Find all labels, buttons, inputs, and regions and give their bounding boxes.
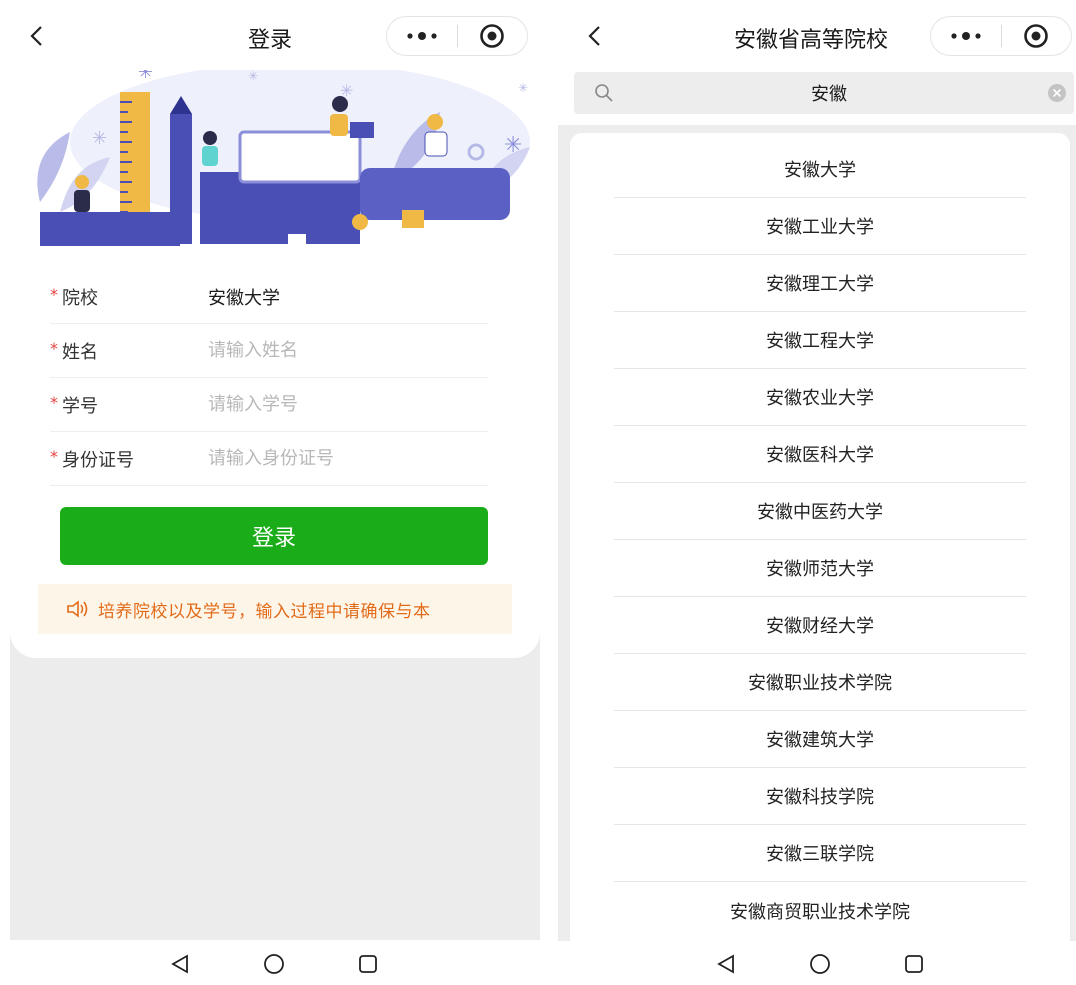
list-item[interactable]: 安徽工业大学 bbox=[614, 198, 1026, 255]
school-list: 安徽大学 安徽工业大学 安徽理工大学 安徽工程大学 安徽农业大学 安徽医科大学 … bbox=[570, 133, 1070, 953]
svg-text:✳: ✳ bbox=[518, 81, 528, 95]
list-item[interactable]: 安徽师范大学 bbox=[614, 540, 1026, 597]
list-item[interactable]: 安徽三联学院 bbox=[614, 825, 1026, 882]
back-triangle-icon[interactable] bbox=[168, 953, 192, 975]
login-button[interactable]: 登录 bbox=[60, 507, 488, 565]
list-item[interactable]: 安徽建筑大学 bbox=[614, 711, 1026, 768]
id-card-input[interactable] bbox=[208, 448, 478, 469]
system-nav-bar bbox=[558, 941, 1076, 985]
required-mark: * bbox=[50, 285, 58, 304]
name-label: 姓名 bbox=[62, 341, 98, 363]
svg-text:✳: ✳ bbox=[248, 69, 258, 83]
recents-square-icon[interactable] bbox=[356, 953, 380, 975]
id-card-label: 身份证号 bbox=[62, 449, 134, 471]
required-mark: * bbox=[50, 447, 58, 466]
speaker-icon bbox=[66, 599, 90, 619]
page-title: 安徽省高等院校 bbox=[734, 28, 889, 53]
svg-text:✳: ✳ bbox=[92, 128, 107, 149]
login-form: * 院校 安徽大学 * 姓名 * 学号 * 身份证号 登录 培养院校以及学号，输… bbox=[10, 252, 540, 658]
chevron-left-icon[interactable] bbox=[580, 22, 608, 50]
school-value[interactable]: 安徽大学 bbox=[208, 284, 280, 310]
chevron-left-icon[interactable] bbox=[22, 22, 50, 50]
list-item[interactable]: 安徽理工大学 bbox=[614, 255, 1026, 312]
login-screen: ✳ ✳ ✳ ✳ ✳ ✳ 登录 * 院校 安徽大学 * 姓名 请输入姓名 * 学号… bbox=[0, 0, 548, 985]
list-item[interactable]: 安徽职业技术学院 bbox=[614, 654, 1026, 711]
study-illustration-icon: ✳ ✳ ✳ ✳ ✳ ✳ bbox=[37, 62, 530, 246]
search-input[interactable] bbox=[634, 72, 1024, 114]
list-item[interactable]: 安徽中医药大学 bbox=[614, 483, 1026, 540]
required-mark: * bbox=[50, 393, 58, 412]
target-circle-icon[interactable] bbox=[458, 17, 528, 55]
system-nav-bar bbox=[0, 941, 548, 985]
capsule-menu bbox=[930, 16, 1072, 56]
list-item[interactable]: 安徽农业大学 bbox=[614, 369, 1026, 426]
student-id-row: * 学号 bbox=[50, 378, 488, 432]
school-list-screen: 安徽省高等院校 安徽大学 安徽工业大学 安徽理工大学 安徽工程大学 安徽农业大学… bbox=[558, 0, 1076, 985]
name-input[interactable] bbox=[208, 340, 478, 361]
more-dots-icon[interactable] bbox=[931, 17, 1001, 55]
name-row: * 姓名 bbox=[50, 324, 488, 378]
notice-text: 培养院校以及学号，输入过程中请确保与本 bbox=[98, 601, 431, 622]
page-background bbox=[10, 630, 540, 940]
hero-illustration: ✳ ✳ ✳ ✳ ✳ ✳ bbox=[10, 62, 540, 252]
student-id-label: 学号 bbox=[62, 395, 98, 417]
list-item[interactable]: 安徽财经大学 bbox=[614, 597, 1026, 654]
home-circle-icon[interactable] bbox=[262, 953, 286, 975]
target-circle-icon[interactable] bbox=[1002, 17, 1072, 55]
more-dots-icon[interactable] bbox=[387, 17, 457, 55]
list-item[interactable]: 安徽大学 bbox=[614, 141, 1026, 198]
list-item[interactable]: 安徽科技学院 bbox=[614, 768, 1026, 825]
list-item[interactable]: 安徽工程大学 bbox=[614, 312, 1026, 369]
home-circle-icon[interactable] bbox=[808, 953, 832, 975]
nav-bar: 安徽省高等院校 bbox=[558, 0, 1076, 70]
nav-bar: 登录 bbox=[0, 0, 548, 70]
clear-icon[interactable] bbox=[1048, 84, 1066, 106]
school-label: 院校 bbox=[62, 287, 98, 309]
recents-square-icon[interactable] bbox=[902, 953, 926, 975]
id-card-row: * 身份证号 bbox=[50, 432, 488, 486]
student-id-input[interactable] bbox=[208, 394, 478, 415]
required-mark: * bbox=[50, 339, 58, 358]
capsule-menu bbox=[386, 16, 528, 56]
school-row[interactable]: * 院校 安徽大学 bbox=[50, 270, 488, 324]
notice-bar: 培养院校以及学号，输入过程中请确保与本 bbox=[38, 584, 512, 634]
list-item[interactable]: 安徽商贸职业技术学院 bbox=[614, 882, 1026, 939]
search-icon bbox=[594, 83, 614, 107]
page-title: 登录 bbox=[248, 28, 293, 53]
list-item[interactable]: 安徽医科大学 bbox=[614, 426, 1026, 483]
search-bar bbox=[574, 72, 1074, 114]
back-triangle-icon[interactable] bbox=[714, 953, 738, 975]
